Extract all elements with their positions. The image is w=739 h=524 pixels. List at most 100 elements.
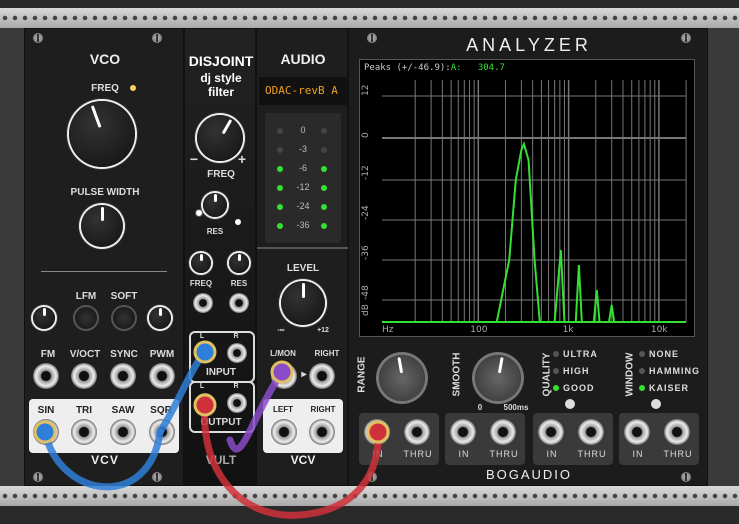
res-knob[interactable] (203, 193, 227, 217)
input-l-jack[interactable] (195, 343, 215, 363)
analyzer-in-jack[interactable] (450, 419, 476, 445)
peak-value: 304.7 (477, 63, 505, 73)
filter-freq-label: FREQ (207, 169, 235, 180)
spectrum-trace (495, 141, 616, 323)
meter-label: -6 (298, 163, 307, 173)
input-r-jack[interactable] (227, 343, 247, 363)
analyzer-in-jack[interactable] (364, 419, 390, 445)
y-tick-label: dB (361, 304, 371, 316)
cv-res-jack[interactable] (229, 293, 249, 313)
freq-led (130, 85, 136, 91)
analyzer-module: ANALYZER 12 0 -12 -24 -36 -48 dB Hz 100 1k 10k Pea… (348, 28, 708, 486)
input-l-label: L (199, 333, 205, 340)
output-l-label: L (199, 383, 205, 390)
window-kaiser[interactable]: KAISER (649, 383, 689, 393)
res-led-left (195, 209, 203, 217)
smooth-label: SMOOTH (451, 352, 463, 397)
saw-jack[interactable] (110, 419, 136, 445)
quality-high[interactable]: HIGH (563, 366, 590, 376)
screw (152, 472, 162, 482)
vco-brand: VCV (91, 453, 119, 467)
peaks-label: Peaks (+/-46.9): (364, 63, 451, 73)
meter-label: -12 (296, 182, 310, 192)
voct-jack[interactable] (71, 363, 97, 389)
window-label: WINDOW (624, 352, 636, 397)
meter-led-left (277, 166, 283, 172)
freq-knob[interactable] (69, 101, 135, 167)
window-hamming-led[interactable] (639, 368, 645, 374)
analyzer-thru-jack[interactable] (578, 419, 604, 445)
analyzer-thru-jack[interactable] (490, 419, 516, 445)
lfm-label: LFM (75, 291, 97, 302)
input-label: INPUT (206, 367, 236, 378)
tri-jack[interactable] (71, 419, 97, 445)
meter-label: -3 (298, 144, 307, 154)
fm-knob[interactable] (33, 307, 55, 329)
pulse-width-knob[interactable] (81, 205, 123, 247)
window-none[interactable]: NONE (649, 349, 679, 359)
meter-led-left (277, 128, 283, 134)
bottom-rail (0, 486, 739, 506)
level-label: LEVEL (286, 263, 320, 274)
meter-label: -36 (296, 220, 310, 230)
x-tick-label: 100 (470, 325, 487, 335)
quality-good[interactable]: GOOD (563, 383, 595, 393)
vult-brand: VULT (205, 453, 237, 467)
in-label: IN (632, 449, 644, 459)
right-in-jack[interactable] (309, 363, 335, 389)
fm-jack[interactable] (33, 363, 59, 389)
cv-freq-label: FREQ (189, 279, 213, 288)
output-r-jack[interactable] (227, 393, 247, 413)
cv-res-knob[interactable] (229, 253, 249, 273)
y-tick-label: -12 (361, 165, 371, 180)
device-display[interactable]: ODAC-revB A (259, 77, 347, 105)
right-out-jack[interactable] (309, 419, 335, 445)
left-out-jack[interactable] (271, 419, 297, 445)
spectrum-display[interactable]: 12 0 -12 -24 -36 -48 dB Hz 100 1k 10k Peaks (+/-46… (359, 59, 695, 337)
sin-jack[interactable] (33, 419, 59, 445)
disjoint-subtitle-2: filter (207, 85, 234, 99)
cv-freq-jack[interactable] (193, 293, 213, 313)
window-none-led[interactable] (639, 351, 645, 357)
analyzer-title: ANALYZER (466, 35, 592, 55)
window-kaiser-led[interactable] (639, 385, 645, 391)
pwm-jack[interactable] (149, 363, 175, 389)
audio-title: AUDIO (280, 51, 326, 67)
lfm-button[interactable] (73, 305, 99, 331)
analyzer-in-jack[interactable] (624, 419, 650, 445)
window-button[interactable] (651, 399, 661, 409)
soft-button[interactable] (111, 305, 137, 331)
meter-led-right (321, 204, 327, 210)
analyzer-in-jack[interactable] (538, 419, 564, 445)
voct-label: V/OCT (69, 349, 101, 360)
in-label: IN (372, 449, 384, 459)
quality-ultra[interactable]: ULTRA (563, 349, 598, 359)
range-knob[interactable] (379, 355, 425, 401)
pwm-knob[interactable] (149, 307, 171, 329)
y-tick-label: -24 (361, 205, 371, 220)
in-label: IN (458, 449, 470, 459)
window-hamming[interactable]: HAMMING (649, 366, 700, 376)
meter-led-right (321, 166, 327, 172)
quality-button[interactable] (565, 399, 575, 409)
output-r-label: R (233, 383, 239, 390)
smooth-knob[interactable] (475, 355, 521, 401)
audio-module: AUDIO ODAC-revB A LEVEL -∞ +12 L/MON RIG… (256, 28, 349, 486)
meter-led-right (321, 128, 327, 134)
meter-led-right (321, 147, 327, 153)
output-l-jack[interactable] (195, 393, 215, 413)
cv-freq-knob[interactable] (191, 253, 211, 273)
level-max: +12 (317, 327, 329, 334)
quality-ultra-led[interactable] (553, 351, 559, 357)
analyzer-thru-jack[interactable] (404, 419, 430, 445)
quality-good-led[interactable] (553, 385, 559, 391)
cv-res-label: RES (230, 279, 248, 288)
quality-high-led[interactable] (553, 368, 559, 374)
meter-led-right (321, 185, 327, 191)
sync-jack[interactable] (110, 363, 136, 389)
sync-label: SYNC (110, 349, 138, 360)
sqr-jack[interactable] (149, 419, 175, 445)
analyzer-thru-jack[interactable] (664, 419, 690, 445)
lmon-jack[interactable] (271, 363, 297, 389)
level-knob[interactable] (281, 281, 325, 325)
